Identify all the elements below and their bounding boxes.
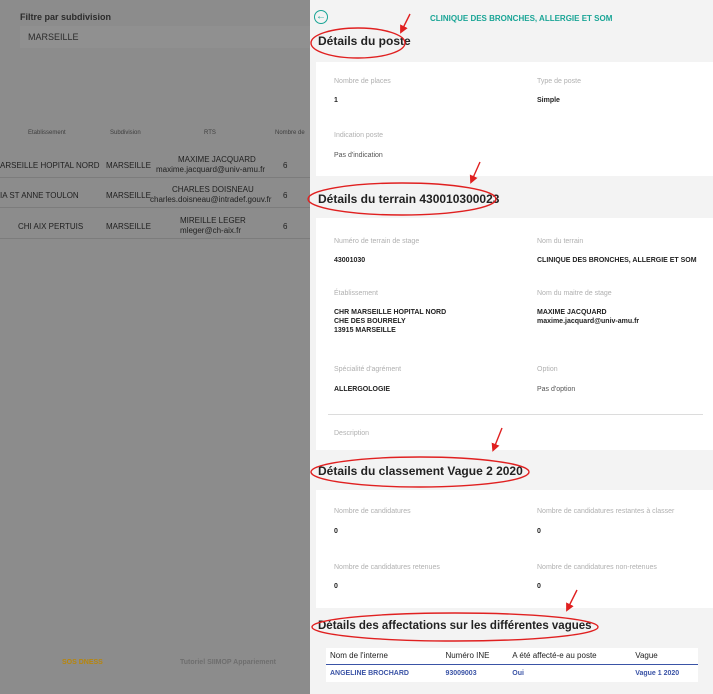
affectations-table: Nom de l'interne Numéro INE A été affect…: [326, 648, 698, 682]
tutorial-link[interactable]: Tutoriel SIIMOP Appariement: [180, 659, 276, 666]
detail-drawer: ← CLINIQUE DES BRONCHES, ALLERGIE ET SOM…: [310, 0, 713, 694]
table-header-row: Nom de l'interne Numéro INE A été affect…: [326, 648, 698, 665]
section-title-affectations: Détails des affectations sur les différe…: [318, 620, 592, 632]
terrain-card: Numéro de terrain de stage 43001030 Nom …: [316, 218, 713, 450]
table-row[interactable]: IA ST ANNE TOULON MARSEILLE CHARLES DOIS…: [0, 182, 310, 208]
section-title-poste: Détails du poste: [318, 34, 411, 48]
col-nombre[interactable]: Nombre de: [275, 130, 305, 136]
drawer-title: CLINIQUE DES BRONCHES, ALLERGIE ET SOM: [430, 14, 613, 23]
col-rts[interactable]: RTS: [204, 130, 216, 136]
back-arrow-icon[interactable]: ←: [314, 10, 328, 24]
divider: [328, 414, 703, 415]
sos-link[interactable]: SOS DNESS: [62, 659, 103, 666]
poste-card: Nombre de places 1 Type de poste Simple …: [316, 62, 713, 176]
table-row[interactable]: CHI AIX PERTUIS MARSEILLE MIREILLE LEGER…: [0, 213, 310, 239]
table-row[interactable]: ARSEILLE HOPITAL NORD MARSEILLE MAXIME J…: [0, 152, 310, 178]
classement-card: Nombre de candidatures 0 Nombre de candi…: [316, 490, 713, 608]
table-header: Etablissement Subdivision RTS Nombre de: [0, 128, 310, 144]
page-footer: SOS DNESS Tutoriel SIIMOP Appariement: [0, 654, 310, 674]
indication-value: Pas d'indication: [334, 152, 383, 159]
type-poste-value: Simple: [537, 97, 560, 104]
nb-places-value: 1: [334, 97, 338, 104]
filter-label: Filtre par subdivision: [20, 12, 112, 22]
col-subdivision[interactable]: Subdivision: [110, 130, 141, 136]
table-row[interactable]: ANGELINE BROCHARD 93009003 Oui Vague 1 2…: [326, 665, 698, 683]
background-page: Filtre par subdivision MARSEILLE Etablis…: [0, 0, 310, 694]
section-title-classement: Détails du classement Vague 2 2020: [318, 464, 523, 478]
col-etablissement[interactable]: Etablissement: [28, 130, 66, 136]
section-title-terrain: Détails du terrain 430010300023: [318, 192, 500, 206]
subdivision-filter-select[interactable]: MARSEILLE: [20, 26, 310, 48]
